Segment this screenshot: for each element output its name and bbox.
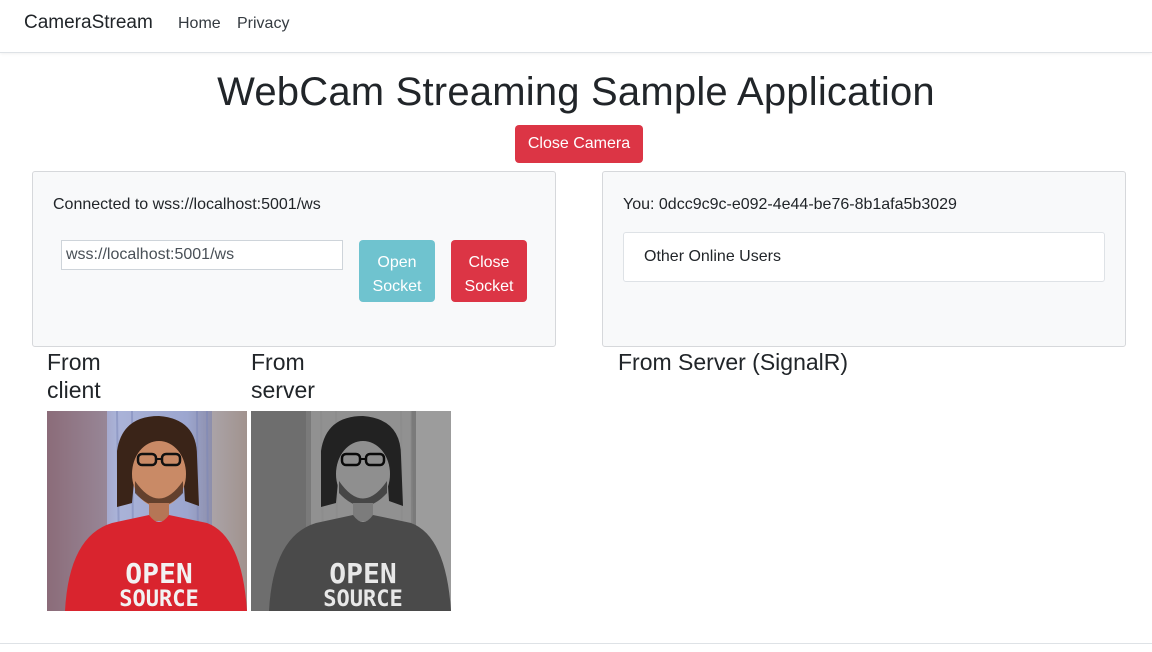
users-panel: You: 0dcc9c9c-e092-4e44-be76-8b1afa5b302…	[602, 171, 1126, 347]
nav-link-home[interactable]: Home	[178, 15, 221, 33]
client-shirt-line2: SOURCE	[119, 587, 198, 611]
online-users-title: Other Online Users	[644, 248, 781, 265]
client-shirt-line1: OPEN	[125, 557, 192, 590]
open-socket-button[interactable]: Open Socket	[359, 240, 435, 302]
from-client-heading: From client	[47, 348, 147, 404]
close-socket-label-line1: Close	[468, 253, 510, 271]
navbar: CameraStream Home Privacy	[0, 0, 1152, 53]
from-signalr-heading: From Server (SignalR)	[618, 349, 849, 375]
page-title: WebCam Streaming Sample Application	[217, 70, 935, 114]
close-socket-button[interactable]: Close Socket	[451, 240, 527, 302]
server-shirt-line2: SOURCE	[323, 587, 402, 611]
open-socket-label-line1: Open	[377, 253, 417, 271]
socket-url-input[interactable]	[61, 240, 343, 270]
client-video: OPEN SOURCE	[47, 411, 247, 611]
close-camera-button[interactable]: Close Camera	[515, 125, 643, 163]
connection-status: Connected to wss://localhost:5001/ws	[53, 196, 321, 213]
server-shirt-line1: OPEN	[329, 557, 396, 590]
socket-panel: Connected to wss://localhost:5001/ws Ope…	[32, 171, 556, 347]
from-server-heading: From server	[251, 348, 351, 404]
navbar-brand[interactable]: CameraStream	[24, 12, 153, 34]
from-server-heading-line2: server	[251, 377, 315, 403]
close-socket-label-line2: Socket	[464, 277, 514, 295]
from-client-heading-line1: From	[47, 349, 101, 375]
server-video: OPEN SOURCE	[251, 411, 451, 611]
current-user-id: You: 0dcc9c9c-e092-4e44-be76-8b1afa5b302…	[623, 196, 957, 213]
open-socket-label-line2: Socket	[372, 277, 422, 295]
from-client-heading-line2: client	[47, 377, 101, 403]
footer-divider	[0, 643, 1152, 644]
nav-link-privacy[interactable]: Privacy	[237, 15, 289, 33]
online-users-list: Other Online Users	[623, 232, 1105, 282]
from-server-heading-line1: From	[251, 349, 305, 375]
